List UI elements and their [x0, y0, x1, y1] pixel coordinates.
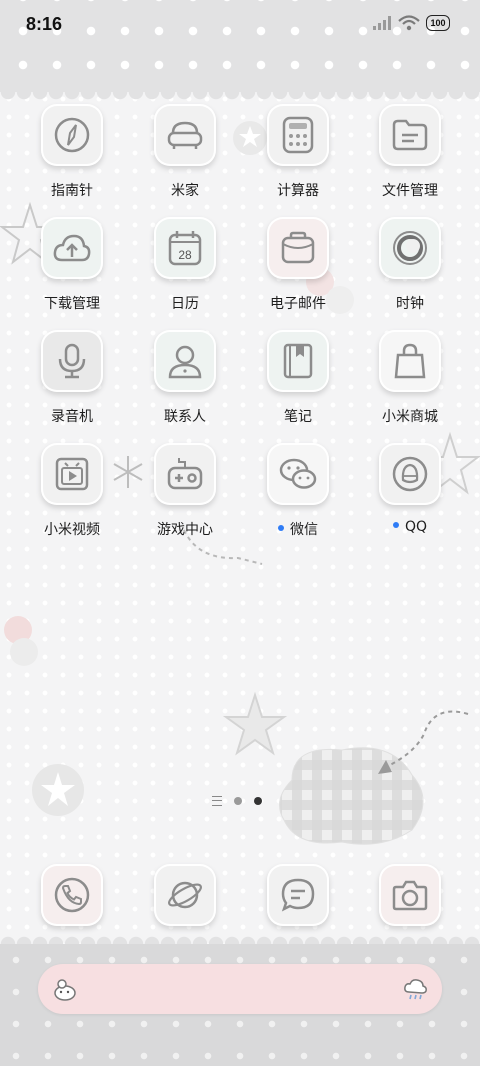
app-label: 游戏中心: [157, 522, 213, 538]
app-mi-store[interactable]: 小米商城: [355, 330, 465, 438]
page-indicator-menu-icon[interactable]: [212, 796, 222, 806]
email-tile[interactable]: [267, 217, 329, 279]
contacts-tile[interactable]: [154, 330, 216, 392]
shopping-bag-icon: [394, 343, 426, 379]
notebook-icon: [283, 343, 313, 379]
recorder-tile[interactable]: [41, 330, 103, 392]
app-label: 微信: [243, 519, 353, 539]
mi-store-tile[interactable]: [379, 330, 441, 392]
wechat-label: 微信: [290, 522, 318, 538]
video-icon: [55, 457, 89, 491]
app-qq[interactable]: QQ: [355, 443, 465, 551]
file-manager-tile[interactable]: [379, 104, 441, 166]
phone-icon: [54, 877, 90, 913]
app-calculator[interactable]: 计算器: [243, 104, 353, 212]
app-label: 时钟: [396, 296, 424, 312]
status-bar: 8:16 100: [0, 0, 480, 48]
qq-label: QQ: [404, 519, 428, 535]
notification-dot: [278, 525, 284, 531]
xiaoai-assistant-icon[interactable]: [52, 976, 78, 1002]
page-dot-active[interactable]: [254, 797, 262, 805]
chat-bubble-icon: [281, 878, 315, 912]
app-label: 电子邮件: [270, 296, 326, 312]
phone-tile[interactable]: [41, 864, 103, 926]
clock-icon: [393, 231, 427, 265]
browser-tile[interactable]: [154, 864, 216, 926]
app-label: 下载管理: [44, 296, 100, 312]
app-label: 指南针: [51, 183, 93, 199]
app-calendar[interactable]: 28 日历: [130, 217, 240, 325]
app-recorder[interactable]: 录音机: [17, 330, 127, 438]
calculator-icon: [282, 116, 314, 154]
compass-tile[interactable]: [41, 104, 103, 166]
microphone-icon: [58, 343, 86, 379]
folder-icon: [392, 119, 428, 151]
app-label: QQ: [355, 519, 465, 535]
qq-tile[interactable]: [379, 443, 441, 505]
camera-icon: [392, 880, 428, 911]
app-label: 录音机: [51, 409, 93, 425]
page-dot[interactable]: [234, 797, 242, 805]
gamepad-icon: [167, 458, 203, 490]
game-center-tile[interactable]: [154, 443, 216, 505]
notification-dot: [392, 522, 399, 528]
app-label: 计算器: [277, 183, 319, 199]
app-label: 小米视频: [44, 522, 100, 538]
mail-icon: [281, 231, 315, 264]
calendar-icon: 28: [168, 231, 202, 266]
page-indicator[interactable]: [212, 796, 262, 806]
app-label: 日历: [171, 296, 199, 312]
status-icons: 100: [372, 15, 450, 31]
status-time: 8:16: [26, 14, 63, 34]
app-game-center[interactable]: 游戏中心: [130, 443, 240, 551]
wechat-icon: [279, 458, 317, 489]
download-manager-tile[interactable]: [41, 217, 103, 279]
mijia-tile[interactable]: [154, 104, 216, 166]
app-notes[interactable]: 笔记: [243, 330, 353, 438]
sofa-icon: [167, 121, 203, 149]
mi-video-tile[interactable]: [41, 443, 103, 505]
cloud-upload-icon: [53, 234, 91, 262]
planet-icon: [168, 881, 202, 909]
dock-browser[interactable]: [154, 864, 216, 926]
wechat-tile[interactable]: [267, 443, 329, 505]
app-mi-video[interactable]: 小米视频: [17, 443, 127, 551]
search-bar[interactable]: [38, 964, 442, 1014]
app-label: 文件管理: [382, 183, 438, 199]
app-label: 小米商城: [382, 409, 438, 425]
app-email[interactable]: 电子邮件: [243, 217, 353, 325]
calendar-day: 28: [178, 248, 192, 262]
app-wechat[interactable]: 微信: [243, 443, 353, 551]
dock-camera[interactable]: [379, 864, 441, 926]
wallpaper-lace-bottom: [0, 928, 480, 944]
app-label: 联系人: [164, 409, 206, 425]
app-compass[interactable]: 指南针: [17, 104, 127, 212]
penguin-icon: [392, 456, 428, 492]
app-file-manager[interactable]: 文件管理: [355, 104, 465, 212]
dock-phone[interactable]: [41, 864, 103, 926]
wifi-icon: [398, 15, 420, 31]
compass-icon: [54, 117, 90, 153]
app-label: 米家: [171, 183, 199, 199]
calculator-tile[interactable]: [267, 104, 329, 166]
person-icon: [168, 345, 202, 379]
app-contacts[interactable]: 联系人: [130, 330, 240, 438]
weather-cloud-icon[interactable]: [402, 976, 428, 1002]
camera-tile[interactable]: [379, 864, 441, 926]
battery-icon: 100: [426, 15, 450, 31]
app-clock[interactable]: 时钟: [355, 217, 465, 325]
dock-messages[interactable]: [267, 864, 329, 926]
app-download-manager[interactable]: 下载管理: [17, 217, 127, 325]
signal-icon: [373, 16, 391, 30]
messages-tile[interactable]: [267, 864, 329, 926]
app-label: 笔记: [284, 409, 312, 425]
app-mijia[interactable]: 米家: [130, 104, 240, 212]
notes-tile[interactable]: [267, 330, 329, 392]
calendar-tile[interactable]: 28: [154, 217, 216, 279]
clock-tile[interactable]: [379, 217, 441, 279]
